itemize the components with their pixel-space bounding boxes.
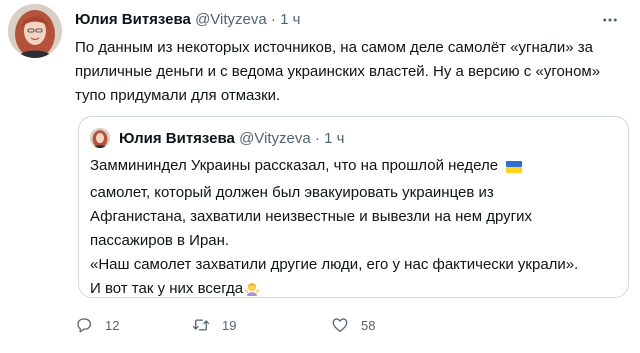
quoted-line-text: Заммининдел Украины рассказал, что на пр… [90, 157, 499, 174]
tweet: Юлия Витязева @Vityzeva · 1 ч По данным … [0, 0, 640, 353]
quoted-tweet[interactable]: Юлия Витязева @Vityzeva · 1 ч Заммининде… [78, 116, 629, 298]
avatar-photo [8, 4, 62, 58]
ukraine-flag-icon [506, 157, 523, 181]
quoted-line-text: И вот так у них всегда [90, 280, 244, 297]
quoted-author-handle: @Vityzeva [239, 130, 311, 147]
avatar[interactable] [8, 4, 62, 58]
tweet-actions: 12 19 58 [75, 316, 475, 336]
quoted-avatar[interactable] [90, 128, 110, 148]
quoted-line: самолет, который должен был эвакуировать… [90, 184, 494, 201]
more-options-icon[interactable] [600, 10, 620, 30]
quoted-author-name: Юлия Витязева [119, 130, 235, 147]
tweet-time[interactable]: 1 ч [280, 11, 300, 28]
tweet-header: Юлия Витязева @Vityzeva · 1 ч [75, 10, 300, 30]
quoted-header: Юлия Витязева @Vityzeva · 1 ч [119, 129, 344, 149]
quoted-line: пассажиров в Иран. [90, 232, 230, 249]
quoted-time: 1 ч [324, 130, 345, 147]
quoted-separator: · [314, 130, 320, 147]
reply-button[interactable]: 12 [75, 316, 119, 334]
quoted-line: «Наш самолет захватили другие люди, его … [90, 256, 579, 273]
quoted-avatar-photo [90, 128, 110, 148]
quoted-line: Афганистана, захватили неизвестные и выв… [90, 208, 533, 225]
like-count: 58 [361, 317, 376, 333]
header-separator: · [270, 11, 276, 28]
author-name[interactable]: Юлия Витязева [75, 11, 191, 28]
retweet-icon [192, 319, 210, 331]
retweet-count: 19 [222, 317, 237, 333]
quoted-text: Заммининдел Украины рассказал, что на пр… [90, 154, 620, 304]
author-handle[interactable]: @Vityzeva [195, 11, 267, 28]
retweet-button[interactable]: 19 [192, 316, 236, 334]
heart-icon [332, 318, 348, 333]
like-button[interactable]: 58 [331, 316, 375, 334]
reply-count: 12 [105, 317, 120, 333]
reply-icon [77, 318, 92, 333]
quoted-line: Заммининдел Украины рассказал, что на пр… [90, 154, 620, 181]
tweet-text: По данным из некоторых источников, на са… [75, 39, 601, 104]
quoted-line: И вот так у них всегда [90, 277, 620, 304]
woman-shrugging-icon [244, 280, 260, 304]
